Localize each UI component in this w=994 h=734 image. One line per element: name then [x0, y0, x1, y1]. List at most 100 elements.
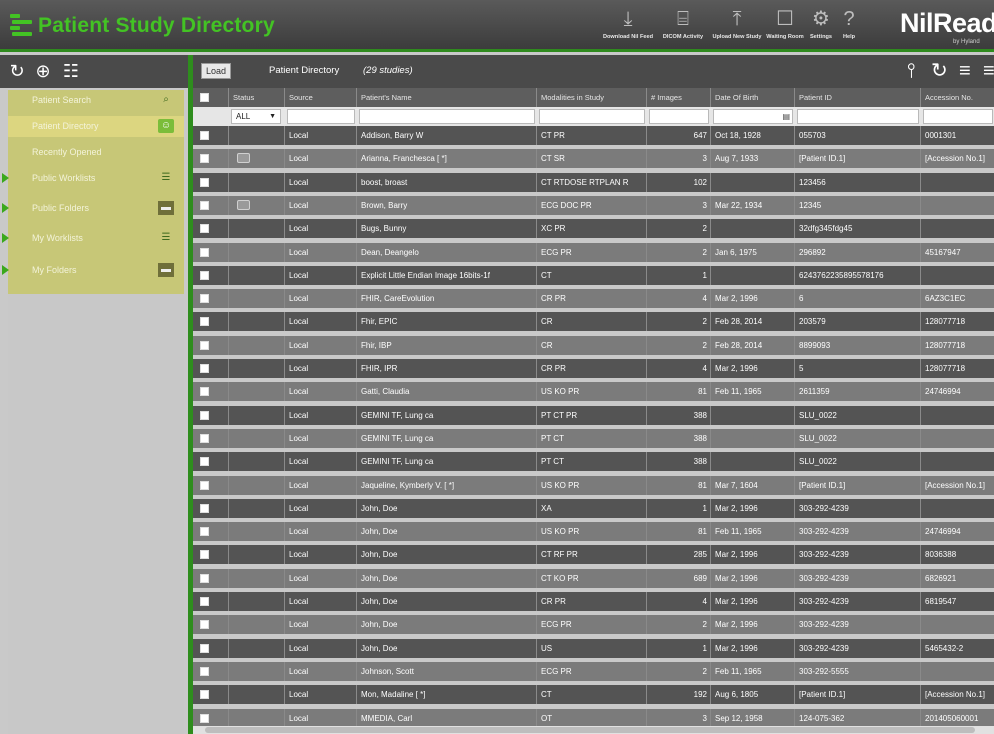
table-row[interactable]: Local John, Doe XA 1 Mar 2, 1996 303-292-4239	[193, 498, 994, 518]
row-checkbox[interactable]	[200, 247, 209, 257]
row-checkbox[interactable]	[200, 131, 209, 140]
row-checkbox[interactable]	[200, 573, 209, 583]
row-checkbox[interactable]	[200, 713, 209, 723]
sidebar-item-my-worklists[interactable]: My Worklists ☰	[2, 228, 184, 249]
horizontal-scrollbar[interactable]	[193, 726, 994, 734]
row-checkbox[interactable]	[200, 224, 209, 234]
table-row[interactable]: Local GEMINI TF, Lung ca PT CT 388 SLU_0022	[193, 452, 994, 472]
row-checkbox[interactable]	[200, 527, 209, 537]
accession-filter-input[interactable]	[923, 109, 993, 124]
calendar-icon[interactable]: ▤	[782, 111, 790, 123]
row-checkbox[interactable]	[200, 666, 209, 676]
modalities-filter-input[interactable]	[539, 109, 645, 124]
download-nil-feed-button[interactable]: ⤓ Download Nil Feed	[590, 6, 666, 46]
expand-arrow-icon[interactable]	[2, 173, 9, 183]
table-row[interactable]: Local Brown, Barry ECG DOC PR 3 Mar 22, 1934…	[193, 195, 994, 215]
select-all-checkbox[interactable]	[200, 93, 209, 102]
column-header-source[interactable]: Source	[285, 88, 357, 107]
patient-id-cell: 8899093	[795, 335, 921, 355]
table-row[interactable]: Local Gatti, Claudia US KO PR 81 Feb 11, 196…	[193, 382, 994, 402]
table-row[interactable]: Local Mon, Madaline [ *] CT 192 Aug 6, 1805[…	[193, 685, 994, 705]
images-filter-input[interactable]	[649, 109, 709, 124]
patient-name-filter-input[interactable]	[359, 109, 535, 124]
row-checkbox[interactable]	[200, 620, 209, 630]
sidebar-item-recently-opened[interactable]: Recently Opened	[8, 142, 184, 163]
column-header-patient-id[interactable]: Patient ID	[795, 88, 921, 107]
row-checkbox[interactable]	[200, 177, 209, 187]
load-button[interactable]: Load	[201, 63, 231, 79]
row-checkbox[interactable]	[200, 503, 209, 513]
row-checkbox[interactable]	[200, 480, 209, 490]
table-row[interactable]: Local Dean, Deangelo ECG PR 2 Jan 6, 1975 296…	[193, 242, 994, 262]
table-row[interactable]: Local GEMINI TF, Lung ca PT CT PR 388 SLU_00…	[193, 405, 994, 425]
more-columns-icon[interactable]: ≡	[983, 59, 994, 83]
sidebar-item-public-worklists[interactable]: Public Worklists ☰	[2, 168, 184, 189]
dicom-activity-button[interactable]: ⌸ DICOM Activity	[658, 6, 708, 46]
row-checkbox[interactable]	[200, 340, 209, 350]
table-row[interactable]: Local Addison, Barry W CT PR 647 Oct 18, 192…	[193, 126, 994, 145]
table-row[interactable]: Local John, Doe ECG PR 2 Mar 2, 1996 303-292-…	[193, 615, 994, 635]
sidebar-item-patient-search[interactable]: Patient Search ⌕	[8, 90, 184, 111]
table-row[interactable]: Local Arianna, Franchesca [ *] CT SR 3 Aug 7…	[193, 149, 994, 169]
source-filter-input[interactable]	[287, 109, 355, 124]
row-checkbox[interactable]	[200, 550, 209, 560]
add-icon[interactable]: ⊕	[32, 59, 54, 83]
column-header-modalities[interactable]: Modalities in Study	[537, 88, 647, 107]
column-header-images[interactable]: # Images	[647, 88, 711, 107]
expand-arrow-icon[interactable]	[2, 233, 9, 243]
settings-button[interactable]: ⚙ Settings	[806, 6, 836, 46]
column-header-dob[interactable]: Date Of Birth	[711, 88, 795, 107]
table-row[interactable]: Local Explicit Little Endian Image 16bits…	[193, 265, 994, 285]
column-header-accession[interactable]: Accession No.	[921, 88, 994, 107]
column-header-patient-name[interactable]: Patient's Name	[357, 88, 537, 107]
column-header-status[interactable]: Status	[229, 88, 285, 107]
table-row[interactable]: Local John, Doe US 1 Mar 2, 1996 303-292-4239…	[193, 638, 994, 658]
status-filter-select[interactable]: ALL ▼	[231, 109, 281, 124]
sidebar-item-my-folders[interactable]: My Folders ▬	[2, 260, 184, 281]
row-checkbox[interactable]	[200, 387, 209, 397]
select-all-header[interactable]	[193, 88, 229, 107]
upload-new-study-button[interactable]: ⤒ Upload New Study	[708, 6, 766, 46]
dob-cell	[711, 428, 795, 448]
row-checkbox[interactable]	[200, 690, 209, 700]
refresh-icon[interactable]: ↻	[931, 59, 948, 83]
row-checkbox[interactable]	[200, 597, 209, 606]
table-row[interactable]: Local FHIR, CareEvolution CR PR 4 Mar 2, 199…	[193, 289, 994, 309]
table-row[interactable]: Local FHIR, IPR CR PR 4 Mar 2, 1996 5 12807771…	[193, 359, 994, 378]
table-row[interactable]: Local John, Doe CR PR 4 Mar 2, 1996 303-292-4…	[193, 592, 994, 611]
sidebar-item-public-folders[interactable]: Public Folders ▬	[2, 198, 184, 219]
row-checkbox[interactable]	[200, 643, 209, 653]
table-row[interactable]: Local John, Doe US KO PR 81 Feb 11, 1965 303-…	[193, 522, 994, 542]
table-row[interactable]: Local Johnson, Scott ECG PR 2 Feb 11, 1965 30…	[193, 661, 994, 681]
table-row[interactable]: Local Bugs, Bunny XC PR 2 32dfg345fdg45	[193, 219, 994, 239]
row-checkbox[interactable]	[200, 294, 209, 304]
table-row[interactable]: Local GEMINI TF, Lung ca PT CT 388 SLU_0022	[193, 428, 994, 448]
row-checkbox[interactable]	[200, 200, 209, 210]
refresh-icon[interactable]: ↻	[6, 59, 28, 83]
table-row[interactable]: Local Fhir, IBP CR 2 Feb 28, 2014 8899093 1280…	[193, 335, 994, 355]
sidebar-item-patient-directory[interactable]: Patient Directory ☺	[8, 116, 184, 137]
table-row[interactable]: Local Fhir, EPIC CR 2 Feb 28, 2014 203579 1280…	[193, 312, 994, 332]
expand-arrow-icon[interactable]	[2, 203, 9, 213]
row-checkbox[interactable]	[200, 270, 209, 280]
waiting-room-button[interactable]: ☐ Waiting Room	[764, 6, 806, 46]
table-row[interactable]: Local Jaqueline, Kymberly V. [ *] US KO PR…	[193, 475, 994, 495]
patient-id-filter-input[interactable]	[797, 109, 919, 124]
table-row[interactable]: Local boost, broast CT RTDOSE RTPLAN R 102 1…	[193, 172, 994, 192]
filter-icon[interactable]: ⫯	[907, 59, 916, 83]
row-checkbox[interactable]	[200, 457, 209, 467]
table-row[interactable]: Local MMEDIA, Carl OT 3 Sep 12, 1958 124-075-…	[193, 708, 994, 728]
manage-icon[interactable]: ☷	[60, 59, 82, 83]
row-checkbox[interactable]	[200, 410, 209, 420]
dob-filter-input[interactable]: ▤	[713, 109, 793, 124]
row-checkbox[interactable]	[200, 364, 209, 373]
row-checkbox[interactable]	[200, 154, 209, 164]
expand-arrow-icon[interactable]	[2, 265, 9, 275]
scrollbar-thumb[interactable]	[205, 727, 975, 733]
table-row[interactable]: Local John, Doe CT KO PR 689 Mar 2, 1996 303-…	[193, 568, 994, 588]
row-checkbox[interactable]	[200, 433, 209, 443]
row-checkbox[interactable]	[200, 317, 209, 327]
column-settings-icon[interactable]: ≡	[959, 59, 971, 83]
help-button[interactable]: ? Help	[838, 6, 860, 46]
table-row[interactable]: Local John, Doe CT RF PR 285 Mar 2, 1996 303-…	[193, 545, 994, 565]
